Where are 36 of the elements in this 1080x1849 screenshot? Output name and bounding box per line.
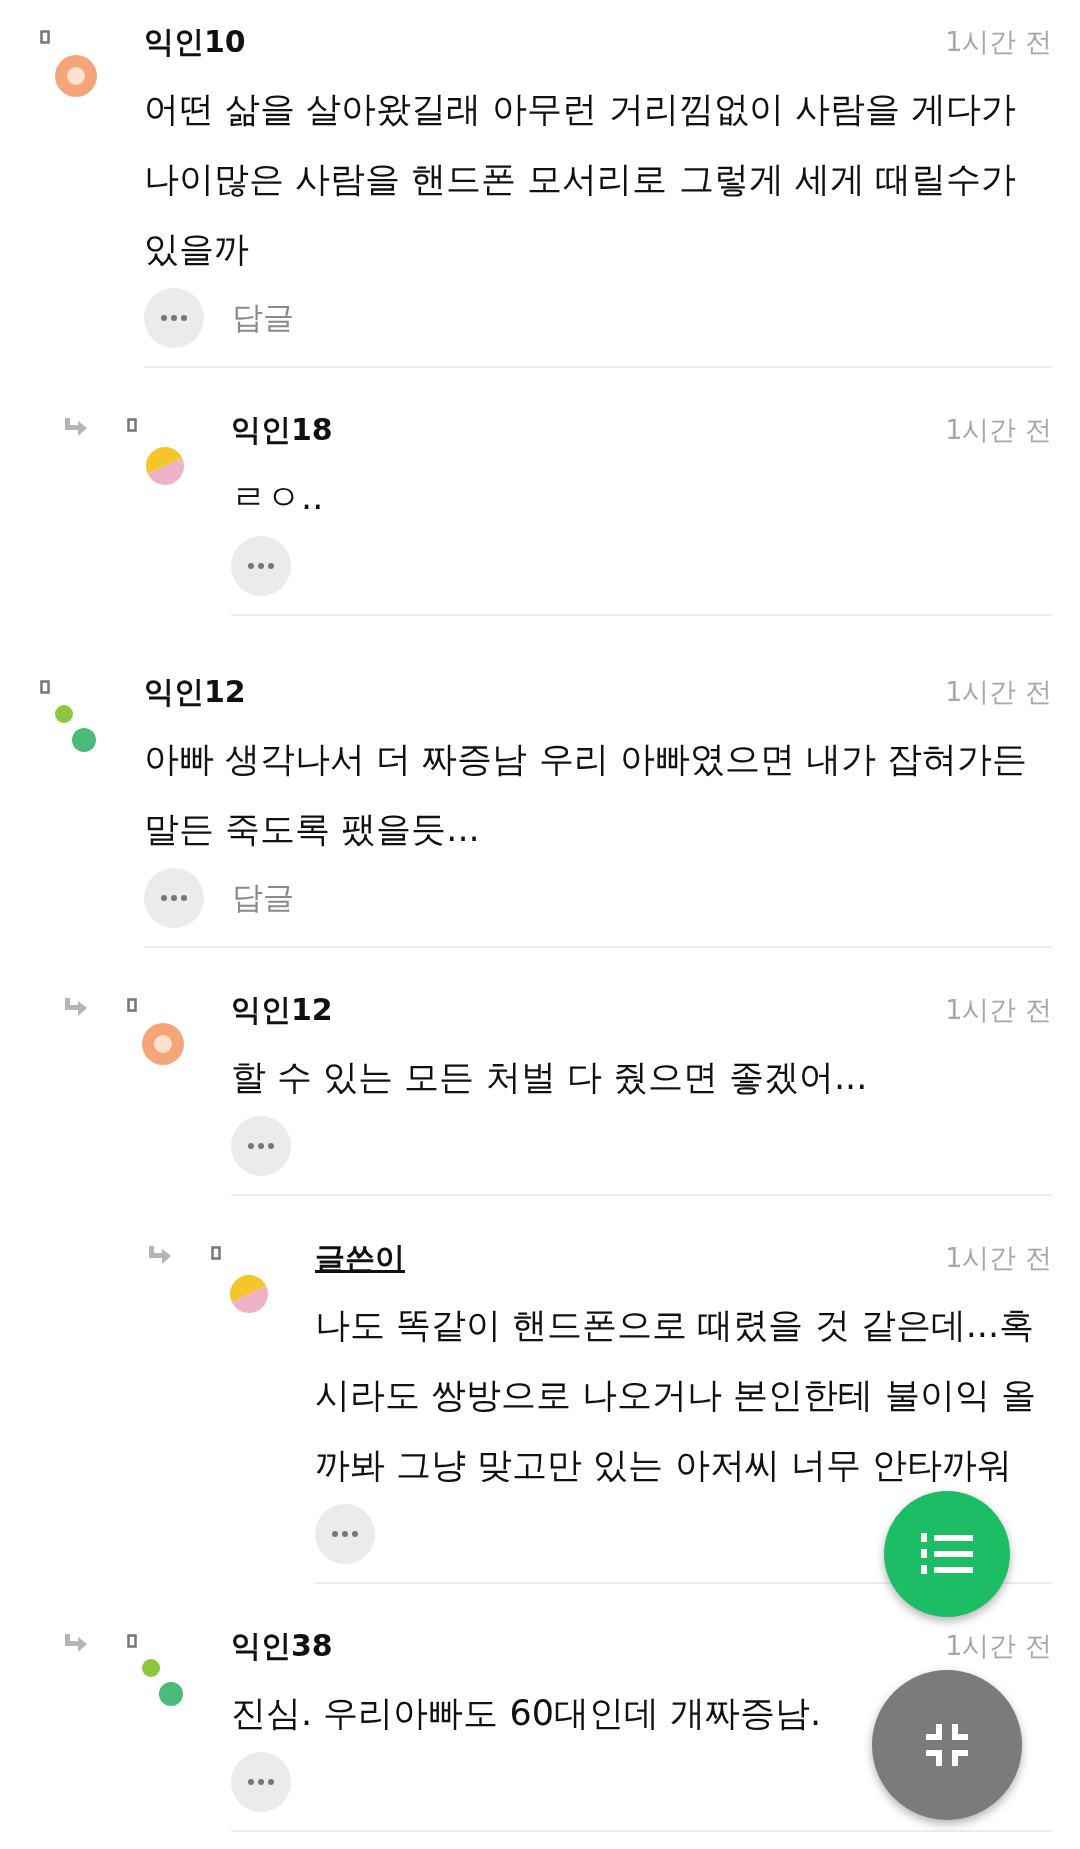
comment-text: 어떤 삶을 살아왔길래 아무런 거리낌없이 사람을 게다가 나이많은 사람을 핸드폰 모서리로 그렇게 세게 때릴수가 있을까 xyxy=(144,88,1017,271)
small-rectangle-icon xyxy=(211,1246,221,1260)
timestamp: 1시간 전 xyxy=(945,25,1052,59)
timestamp: 1시간 전 xyxy=(945,413,1052,447)
comment-text: ㄹㅇ.. xyxy=(231,476,324,519)
small-rectangle-icon xyxy=(127,418,137,432)
more-icon xyxy=(248,563,274,569)
numbered-list-button[interactable] xyxy=(884,1491,1010,1617)
avatar-icon xyxy=(141,1022,185,1066)
timestamp: 1시간 전 xyxy=(945,1241,1052,1275)
more-icon xyxy=(248,1779,274,1785)
comment-text: 아빠 생각나서 더 짜증남 우리 아빠였으면 내가 잡혀가든 말든 죽도록 팼을듯... xyxy=(144,738,1028,851)
author-name[interactable]: 글쓴이 xyxy=(315,1237,405,1279)
avatar-icon xyxy=(54,54,98,98)
small-rectangle-icon xyxy=(40,30,50,44)
avatar-icon xyxy=(141,1658,185,1708)
author-name[interactable]: 익인10 xyxy=(144,21,246,63)
comment-text: 할 수 있는 모든 처벌 다 줬으면 좋겠어... xyxy=(231,1056,868,1099)
author-name[interactable]: 익인12 xyxy=(144,671,246,713)
author-name[interactable]: 익인18 xyxy=(231,409,333,451)
small-rectangle-icon xyxy=(127,1634,137,1648)
more-icon xyxy=(332,1531,358,1537)
more-icon xyxy=(248,1143,274,1149)
avatar-icon xyxy=(54,704,98,754)
more-icon xyxy=(161,895,187,901)
author-name[interactable]: 익인12 xyxy=(231,989,333,1031)
collapse-button[interactable] xyxy=(872,1670,1022,1820)
timestamp: 1시간 전 xyxy=(945,1629,1052,1663)
author-name[interactable]: 익인38 xyxy=(231,1625,333,1667)
timestamp: 1시간 전 xyxy=(945,675,1052,709)
timestamp: 1시간 전 xyxy=(945,993,1052,1027)
comment-text: 진심. 우리아빠도 60대인데 개짜증남. xyxy=(231,1692,822,1735)
small-rectangle-icon xyxy=(40,680,50,694)
more-icon xyxy=(161,315,187,321)
small-rectangle-icon xyxy=(127,998,137,1012)
comment-text: 나도 똑같이 핸드폰으로 때렸을 것 같은데...혹시라도 쌍방으로 나오거나 본인한테 불이익 올까봐 그냥 맞고만 있는 아저씨 너무 안타까워 xyxy=(315,1304,1037,1487)
